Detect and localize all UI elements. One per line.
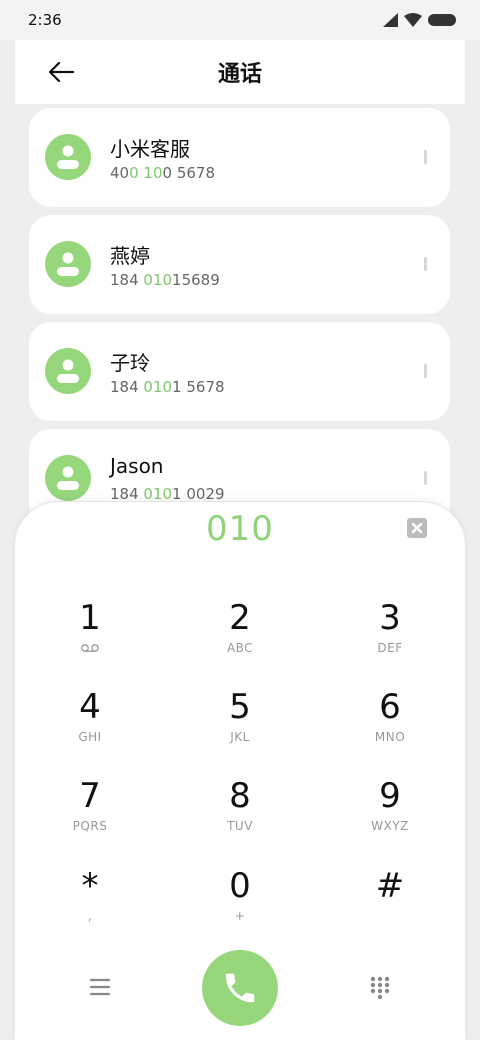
key-letters: MNO <box>374 730 406 744</box>
key-6[interactable]: 6 MNO <box>315 687 465 773</box>
backspace-icon <box>411 522 423 534</box>
key-letters: PQRS <box>72 819 108 833</box>
key-9[interactable]: 9 WXYZ <box>315 776 465 862</box>
drag-handle <box>424 364 427 378</box>
contact-number: 400 100 5678 <box>110 164 216 182</box>
key-digit: 8 <box>229 776 251 816</box>
avatar <box>45 348 91 394</box>
drag-handle <box>424 257 427 271</box>
key-digit: 5 <box>229 687 251 727</box>
key-digit: 1 <box>79 598 101 638</box>
key-5[interactable]: 5 JKL <box>165 687 315 773</box>
signal-icon <box>383 13 398 27</box>
contact-name: Jason <box>110 454 164 478</box>
drag-handle <box>424 471 427 485</box>
key-digit: 7 <box>79 776 101 816</box>
key-hash[interactable]: # <box>315 866 465 952</box>
hamburger-icon <box>89 978 111 996</box>
avatar <box>45 455 91 501</box>
key-letters: JKL <box>230 730 250 744</box>
battery-icon <box>428 14 456 26</box>
wifi-icon <box>404 13 422 27</box>
key-8[interactable]: 8 TUV <box>165 776 315 862</box>
call-button[interactable] <box>202 950 278 1026</box>
key-digit: 3 <box>379 598 401 638</box>
key-letters: , <box>87 909 93 923</box>
key-letters: DEF <box>377 641 403 655</box>
contact-number: 184 01015689 <box>110 271 220 289</box>
contact-name: 燕婷 <box>110 244 150 268</box>
key-digit: 2 <box>229 598 251 638</box>
dialpad-icon <box>370 976 390 1000</box>
key-1[interactable]: 1 <box>15 598 165 684</box>
person-icon <box>57 359 79 383</box>
dialpad-panel: 010 1 2 ABC 3 DEF 4 GHI 5 JKL 6 MNO 7 PQ… <box>15 501 465 1040</box>
key-0[interactable]: 0 + <box>165 866 315 952</box>
status-time: 2:36 <box>28 11 62 29</box>
voicemail-icon <box>81 644 99 652</box>
key-star[interactable]: * , <box>15 866 165 952</box>
contact-card[interactable]: 子玲 184 0101 5678 <box>29 322 450 421</box>
key-letters <box>15 641 165 656</box>
header: 通话 <box>15 40 465 104</box>
key-letters: WXYZ <box>371 819 409 833</box>
key-2[interactable]: 2 ABC <box>165 598 315 684</box>
contact-number: 184 0101 5678 <box>110 378 225 396</box>
key-digit: 0 <box>229 866 251 906</box>
key-digit: 9 <box>379 776 401 816</box>
status-bar: 2:36 <box>0 0 480 40</box>
avatar <box>45 241 91 287</box>
person-icon <box>57 252 79 276</box>
avatar <box>45 134 91 180</box>
contact-card[interactable]: 燕婷 184 01015689 <box>29 215 450 314</box>
page-title: 通话 <box>217 62 262 87</box>
key-letters: GHI <box>78 730 102 744</box>
key-digit: 6 <box>379 687 401 727</box>
key-digit: * <box>81 866 99 906</box>
phone-icon <box>225 973 255 1003</box>
key-4[interactable]: 4 GHI <box>15 687 165 773</box>
key-letters: ABC <box>226 641 254 655</box>
key-7[interactable]: 7 PQRS <box>15 776 165 862</box>
contact-name: 子玲 <box>110 351 150 375</box>
drag-handle <box>424 150 427 164</box>
contact-name: 小米客服 <box>110 137 190 161</box>
status-icons <box>383 13 456 27</box>
key-letters: + <box>234 909 246 923</box>
contact-card[interactable]: 小米客服 400 100 5678 <box>29 108 450 207</box>
key-3[interactable]: 3 DEF <box>315 598 465 684</box>
dialed-number: 010 <box>206 509 274 549</box>
key-digit: # <box>375 866 405 906</box>
menu-button[interactable] <box>89 976 111 998</box>
clear-button[interactable] <box>407 518 427 538</box>
dialpad-actions <box>15 948 465 1028</box>
person-icon <box>57 466 79 490</box>
key-letters: TUV <box>227 819 253 833</box>
person-icon <box>57 145 79 169</box>
dialpad-toggle-button[interactable] <box>370 976 390 1000</box>
key-digit: 4 <box>79 687 101 727</box>
